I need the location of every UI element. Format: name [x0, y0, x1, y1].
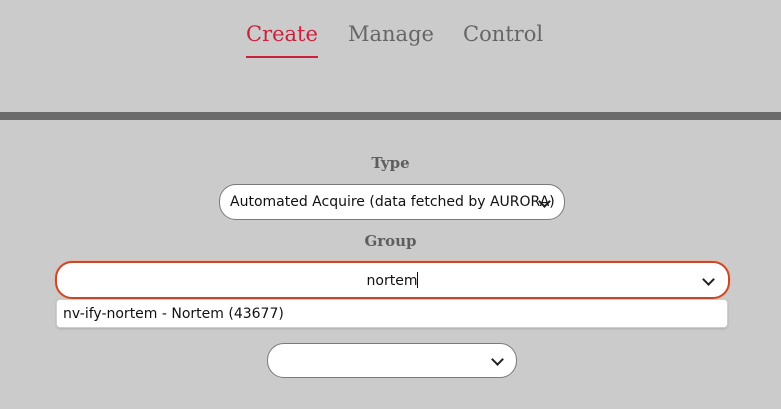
tab-control[interactable]: Control [463, 20, 543, 56]
group-search-input[interactable]: nortem [55, 261, 730, 299]
type-select[interactable]: Automated Acquire (data fetched by AUROR… [219, 184, 565, 220]
third-select[interactable] [267, 343, 517, 378]
group-suggestion-item[interactable]: nv-ify-nortem - Nortem (43677) [63, 306, 284, 322]
top-tabs: Create Manage Control [0, 20, 781, 60]
header-divider [0, 112, 781, 120]
type-select-value: Automated Acquire (data fetched by AUROR… [230, 194, 555, 210]
type-label: Type [371, 154, 410, 172]
group-suggestions-dropdown: nv-ify-nortem - Nortem (43677) [56, 299, 728, 328]
group-input-value: nortem [366, 273, 418, 289]
text-caret [417, 272, 419, 288]
chevron-down-icon [491, 353, 504, 366]
group-input-value-wrap: nortem [57, 272, 728, 289]
tab-manage[interactable]: Manage [348, 20, 434, 56]
group-label: Group [364, 232, 417, 250]
tab-create[interactable]: Create [246, 20, 318, 58]
